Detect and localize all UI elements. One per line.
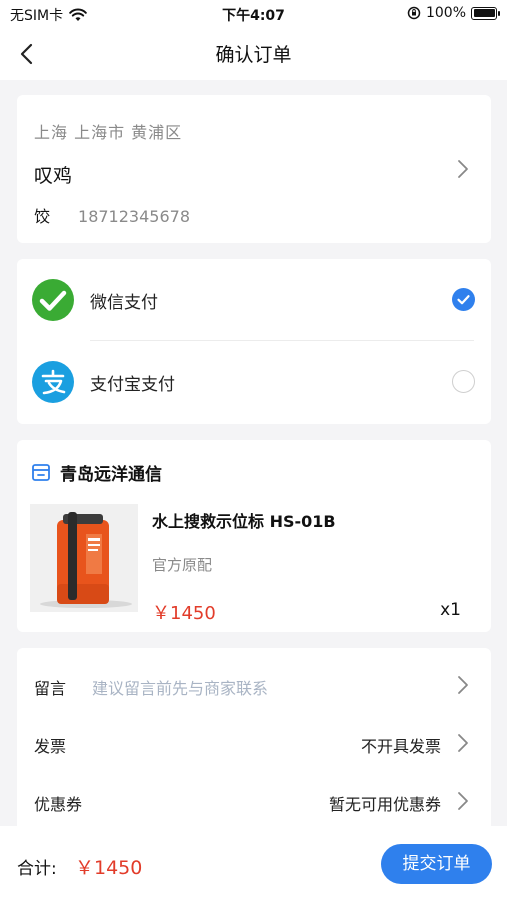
address-card[interactable]: 上海 上海市 黄浦区 叹鸡 饺 18712345678 — [17, 95, 491, 243]
phone-prefix: 饺 — [34, 207, 51, 226]
coupon-value: 暂无可用优惠券 — [328, 795, 441, 814]
wechat-pay-icon — [32, 279, 74, 321]
status-right: 100% — [407, 5, 500, 21]
product-spec: 官方原配 — [152, 556, 213, 574]
message-row[interactable]: 留言 建议留言前先与商家联系 — [17, 658, 491, 716]
coupon-label: 优惠券 — [34, 795, 83, 814]
alipay-icon — [32, 361, 74, 403]
address-region: 上海 上海市 黄浦区 — [34, 123, 183, 142]
battery-percent: 100% — [425, 5, 466, 21]
battery-icon — [471, 6, 500, 20]
order-item-card: 青岛远洋通信 水上搜救示位标 HS-01B 官方原配 ￥1450 x1 — [17, 440, 491, 632]
product-image[interactable] — [30, 504, 138, 612]
invoice-label: 发票 — [34, 737, 67, 756]
invoice-row[interactable]: 发票 不开具发票 — [17, 716, 491, 774]
payment-card: 微信支付 支付宝支付 — [17, 259, 491, 424]
invoice-value: 不开具发票 — [360, 737, 441, 756]
nav-bar: 确认订单 — [0, 28, 507, 80]
payment-label-wechat: 微信支付 — [90, 293, 158, 313]
payment-option-wechat[interactable]: 微信支付 — [17, 259, 491, 341]
recipient-name: 叹鸡 — [34, 165, 73, 187]
checkmark-icon — [457, 295, 470, 305]
rotation-lock-icon — [407, 6, 421, 20]
product-price: ￥1450 — [152, 603, 216, 624]
coupon-row[interactable]: 优惠券 暂无可用优惠券 — [17, 774, 491, 832]
chevron-right-icon — [458, 734, 468, 752]
beacon-device-icon — [30, 504, 138, 612]
total-label: 合计: — [17, 859, 57, 879]
store-icon — [32, 464, 50, 481]
message-label: 留言 — [34, 679, 67, 698]
shop-name: 青岛远洋通信 — [60, 465, 162, 485]
page-title: 确认订单 — [215, 44, 292, 66]
status-bar: 无SIM卡 下午4:07 100% — [0, 0, 507, 28]
message-input[interactable]: 建议留言前先与商家联系 — [92, 675, 268, 699]
order-options-card: 留言 建议留言前先与商家联系 发票 不开具发票 优惠券 暂无可用优惠券 — [17, 648, 491, 838]
product-name[interactable]: 水上搜救示位标 HS-01B — [152, 508, 336, 532]
radio-unchecked-icon[interactable] — [452, 370, 475, 393]
total-price: ￥1450 — [75, 857, 143, 879]
product-quantity: x1 — [440, 600, 461, 620]
chevron-right-icon — [458, 792, 468, 810]
chevron-right-icon — [458, 160, 468, 178]
payment-option-alipay[interactable]: 支付宝支付 — [17, 341, 491, 423]
payment-label-alipay: 支付宝支付 — [90, 375, 175, 395]
recipient-phone-row: 饺 18712345678 — [34, 203, 190, 227]
recipient-phone: 18712345678 — [78, 207, 190, 226]
chevron-right-icon — [458, 676, 468, 694]
radio-checked-icon[interactable] — [452, 288, 475, 311]
submit-order-button[interactable]: 提交订单 — [381, 844, 492, 884]
checkout-bar: 合计: ￥1450 提交订单 — [0, 826, 507, 900]
